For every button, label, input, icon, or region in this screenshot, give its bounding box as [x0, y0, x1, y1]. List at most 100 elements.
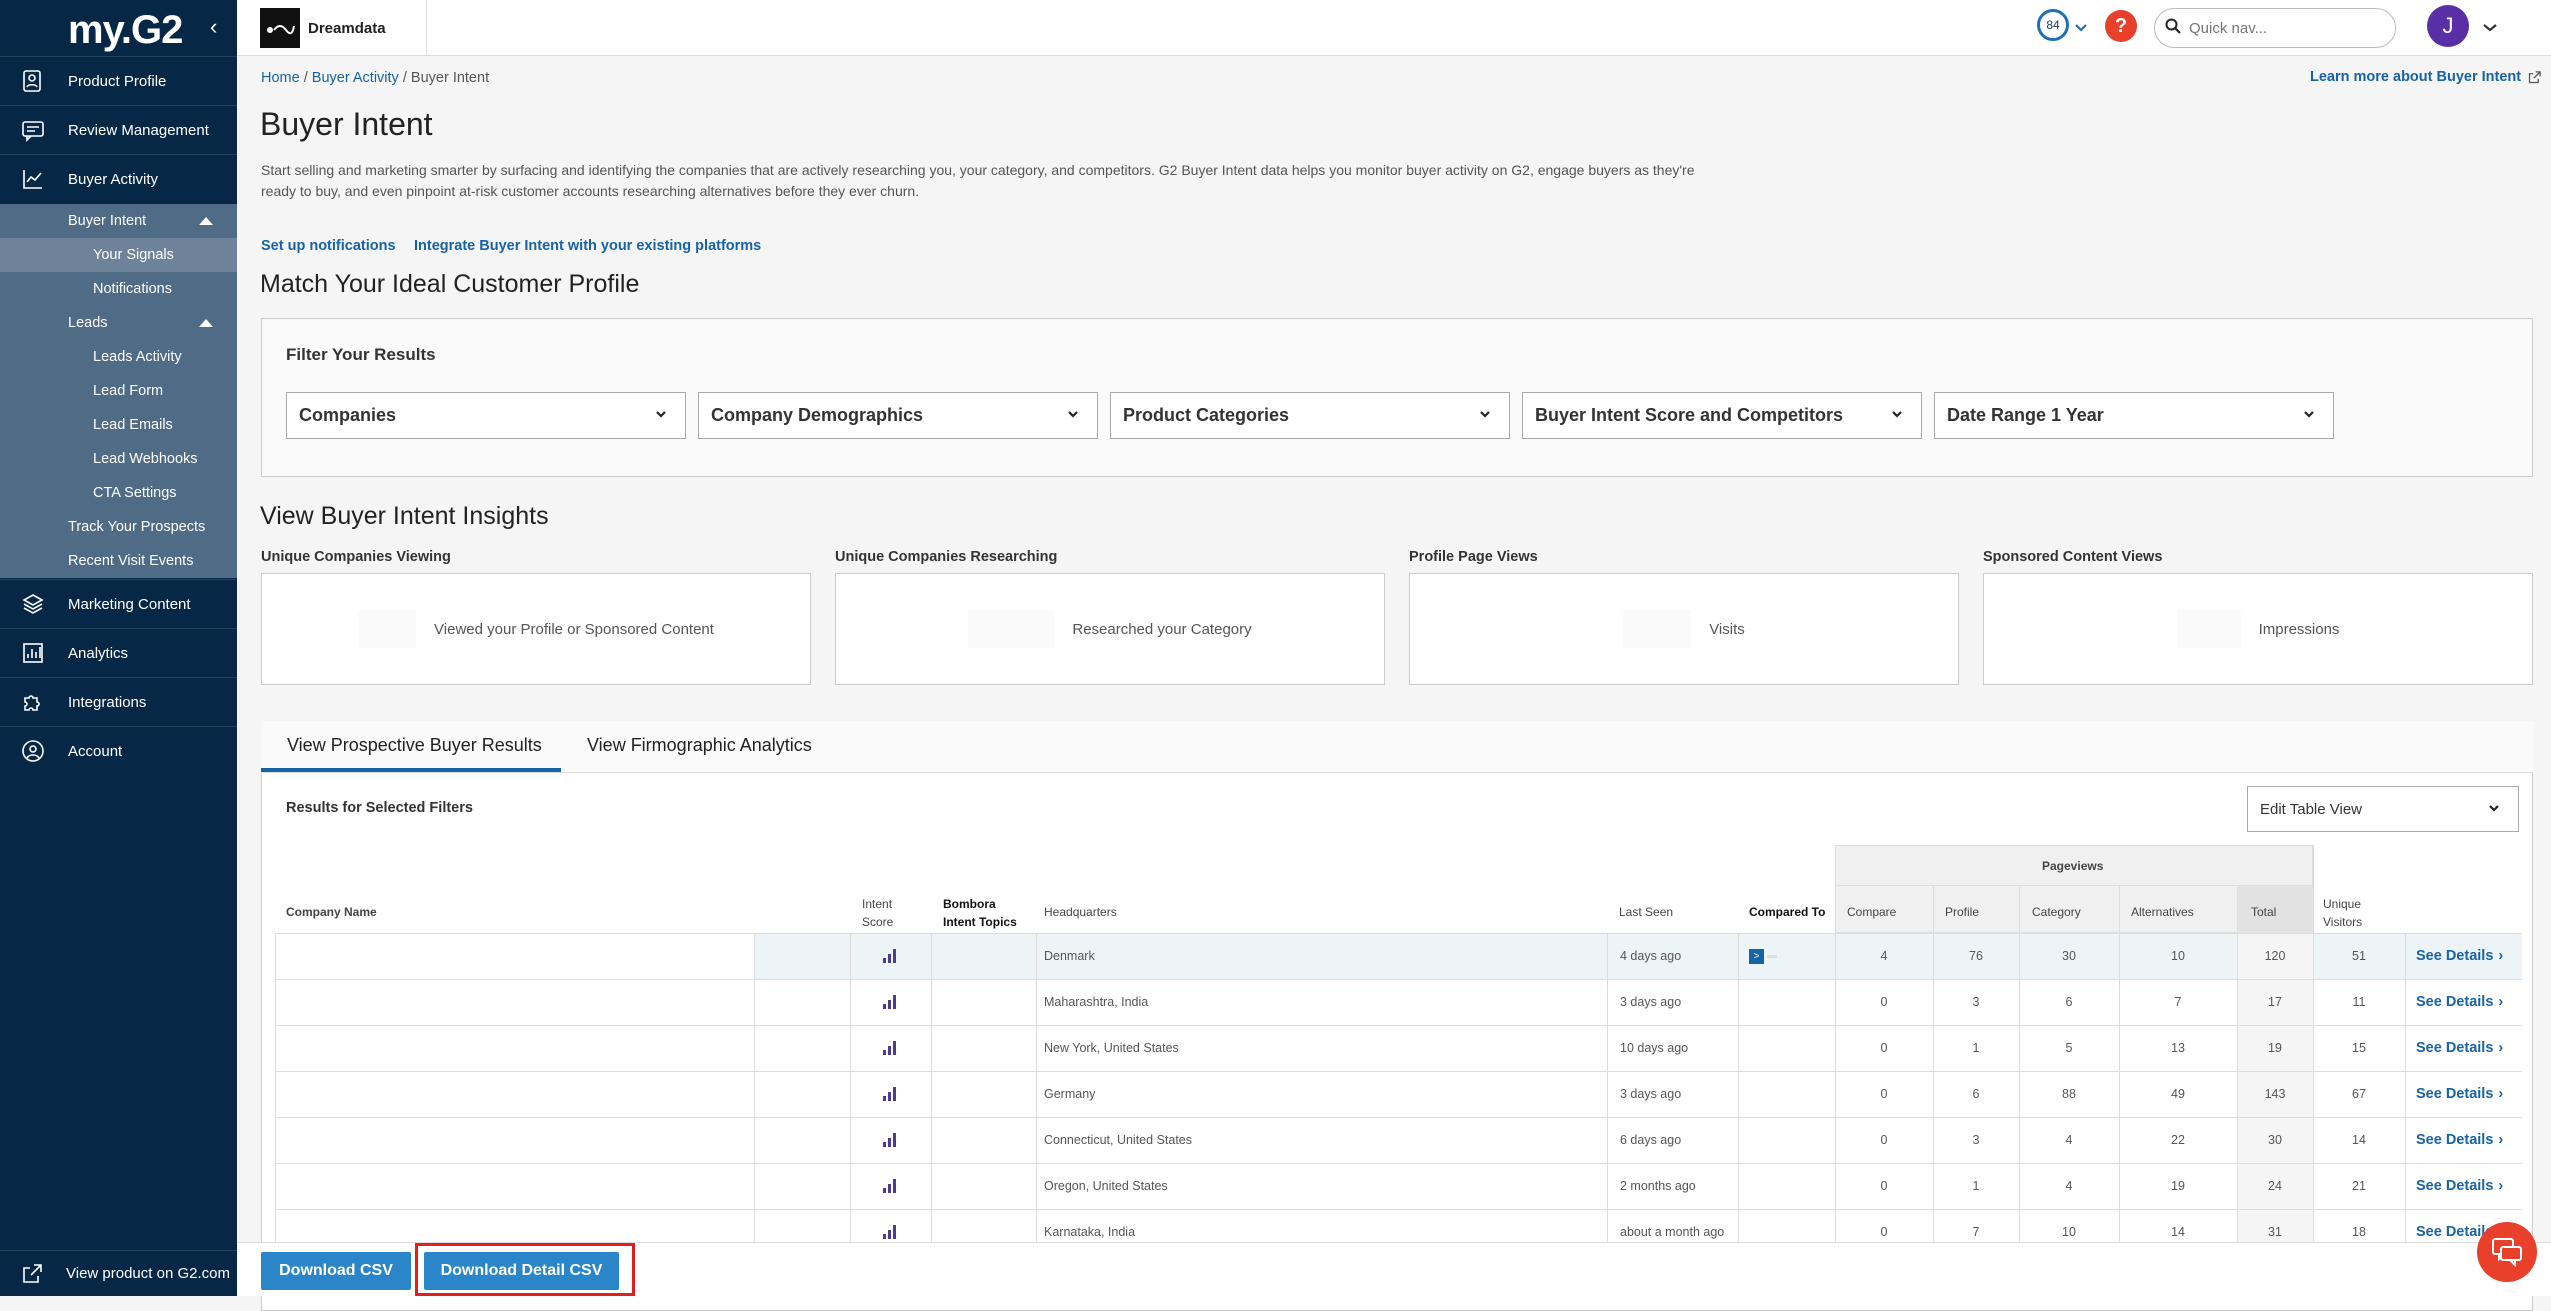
sidebar-item-lead-webhooks[interactable]: Lead Webhooks [0, 442, 237, 476]
see-details-link[interactable]: See Details› [2416, 979, 2503, 1025]
dropdown-label: Product Categories [1123, 405, 1290, 425]
chevron-down-icon[interactable] [2075, 20, 2087, 38]
sidebar-item-lead-emails[interactable]: Lead Emails [0, 408, 237, 442]
sidebar-item-label: Account [68, 742, 123, 760]
cell-total: 24 [2268, 1179, 2282, 1193]
g2-logo[interactable]: my.G2 [68, 8, 183, 53]
cell-compare: 0 [1880, 995, 1888, 1009]
col-last-seen[interactable]: Last Seen [1619, 903, 1673, 921]
cell-profile: 6 [1972, 1087, 1980, 1101]
product-switcher[interactable]: Dreamdata [260, 0, 427, 56]
chevron-down-icon[interactable] [2483, 20, 2497, 38]
sidebar-item-account[interactable]: Account [0, 726, 237, 775]
sidebar-item-review-management[interactable]: Review Management [0, 105, 237, 154]
see-details-label: See Details [2416, 1132, 2494, 1148]
match-section-title: Match Your Ideal Customer Profile [260, 270, 640, 298]
col-profile[interactable]: Profile [1945, 903, 1979, 921]
col-compared-to[interactable]: Compared To [1749, 903, 1825, 921]
stat-label: Unique Companies Viewing [261, 549, 451, 565]
stat-card-profile-views: Visits [1409, 573, 1959, 685]
integrate-link[interactable]: Integrate Buyer Intent with your existin… [414, 238, 761, 254]
companies-dropdown[interactable]: Companies [286, 392, 686, 439]
sidebar-item-cta-settings[interactable]: CTA Settings [0, 476, 237, 510]
intent-score-icon [850, 979, 930, 1025]
learn-more-link[interactable]: Learn more about Buyer Intent [2310, 69, 2542, 85]
sidebar-item-track-prospects[interactable]: Track Your Prospects [0, 510, 237, 544]
download-csv-button[interactable]: Download CSV [261, 1252, 411, 1290]
sidebar-item-leads[interactable]: Leads [0, 306, 237, 340]
sidebar-item-buyer-intent[interactable]: Buyer Intent [0, 204, 237, 238]
cell-category: 88 [2062, 1087, 2076, 1101]
col-total[interactable]: Total [2251, 903, 2276, 921]
see-details-link[interactable]: See Details› [2416, 933, 2503, 979]
description-line: Start selling and marketing smarter by s… [261, 162, 1695, 178]
sidebar-item-product-profile[interactable]: Product Profile [0, 56, 237, 105]
dropdown-label: Edit Table View [2260, 800, 2363, 818]
help-icon[interactable]: ? [2105, 10, 2137, 42]
page-title: Buyer Intent [260, 106, 433, 142]
col-category[interactable]: Category [2032, 903, 2081, 921]
layers-icon [20, 591, 46, 617]
view-product-link[interactable]: View product on G2.com [0, 1250, 237, 1296]
breadcrumb: Home / Buyer Activity / Buyer Intent [261, 70, 489, 86]
page-description: Start selling and marketing smarter by s… [261, 160, 2061, 202]
col-company-name[interactable]: Company Name [286, 903, 377, 921]
sidebar-item-analytics[interactable]: Analytics [0, 628, 237, 677]
sidebar-item-recent-visits[interactable]: Recent Visit Events [0, 544, 237, 578]
sidebar-item-notifications[interactable]: Notifications [0, 272, 237, 306]
stat-text: Researched your Category [1072, 620, 1252, 638]
sidebar-item-label: Leads [68, 315, 108, 331]
intent-score-icon [850, 1025, 930, 1071]
date-range-dropdown[interactable]: Date Range 1 Year [1934, 392, 2334, 439]
avatar[interactable]: J [2427, 5, 2469, 47]
see-details-link[interactable]: See Details› [2416, 1163, 2503, 1209]
col-alternatives[interactable]: Alternatives [2131, 903, 2194, 921]
active-tab-indicator [261, 768, 561, 772]
tab-prospective-buyers[interactable]: View Prospective Buyer Results [287, 735, 542, 756]
top-bar: Dreamdata 84 ? J [237, 0, 2551, 56]
sidebar-item-leads-activity[interactable]: Leads Activity [0, 340, 237, 374]
col-unique-visitors[interactable]: Unique Visitors [2323, 895, 2362, 931]
sidebar-item-label: Analytics [68, 644, 129, 662]
edit-table-view-dropdown[interactable]: Edit Table View [2247, 786, 2519, 832]
breadcrumb-home[interactable]: Home [261, 70, 300, 86]
see-details-link[interactable]: See Details› [2416, 1071, 2503, 1117]
sidebar-item-label: Lead Form [93, 383, 164, 399]
compared-product-logo[interactable]: > [1749, 933, 1777, 979]
product-categories-dropdown[interactable]: Product Categories [1110, 392, 1510, 439]
cell-last-seen: 3 days ago [1620, 1087, 1682, 1101]
sidebar-item-your-signals[interactable]: Your Signals [0, 238, 237, 272]
profile-score-badge[interactable]: 84 [2037, 9, 2069, 41]
col-headquarters[interactable]: Headquarters [1044, 903, 1117, 921]
see-details-label: See Details [2416, 1040, 2494, 1056]
cell-alternatives: 13 [2171, 1041, 2185, 1055]
sidebar-item-lead-form[interactable]: Lead Form [0, 374, 237, 408]
stat-card-companies-researching: Researched your Category [835, 573, 1385, 685]
collapse-sidebar-icon[interactable]: ‹ [210, 14, 217, 40]
dropdown-label: Company Demographics [711, 405, 924, 425]
download-detail-csv-button[interactable]: Download Detail CSV [424, 1252, 619, 1290]
quick-nav-search[interactable] [2154, 8, 2396, 48]
breadcrumb-separator: / [299, 70, 312, 86]
search-input[interactable] [2187, 18, 2367, 38]
col-bombora[interactable]: Bombora Intent Topics [943, 895, 1017, 931]
chat-widget[interactable] [2477, 1222, 2537, 1282]
col-compare[interactable]: Compare [1847, 903, 1896, 921]
cell-headquarters: Oregon, United States [1044, 1179, 1168, 1193]
breadcrumb-buyer-activity[interactable]: Buyer Activity [312, 70, 399, 86]
cell-last-seen: 3 days ago [1620, 995, 1682, 1009]
company-demographics-dropdown[interactable]: Company Demographics [698, 392, 1098, 439]
cell-profile: 3 [1972, 1133, 1980, 1147]
sidebar-item-integrations[interactable]: Integrations [0, 677, 237, 726]
see-details-link[interactable]: See Details› [2416, 1117, 2503, 1163]
tab-firmographic[interactable]: View Firmographic Analytics [587, 735, 812, 756]
intent-score-dropdown[interactable]: Buyer Intent Score and Competitors [1522, 392, 1922, 439]
sidebar-item-marketing-content[interactable]: Marketing Content [0, 579, 237, 628]
cell-last-seen: 2 months ago [1620, 1179, 1696, 1193]
col-intent-score[interactable]: Intent Score [862, 895, 893, 931]
setup-notifications-link[interactable]: Set up notifications [261, 238, 396, 254]
sidebar-item-buyer-activity[interactable]: Buyer Activity [0, 154, 237, 203]
cell-compare: 0 [1880, 1133, 1888, 1147]
sidebar-item-label: Integrations [68, 693, 147, 711]
see-details-link[interactable]: See Details› [2416, 1025, 2503, 1071]
